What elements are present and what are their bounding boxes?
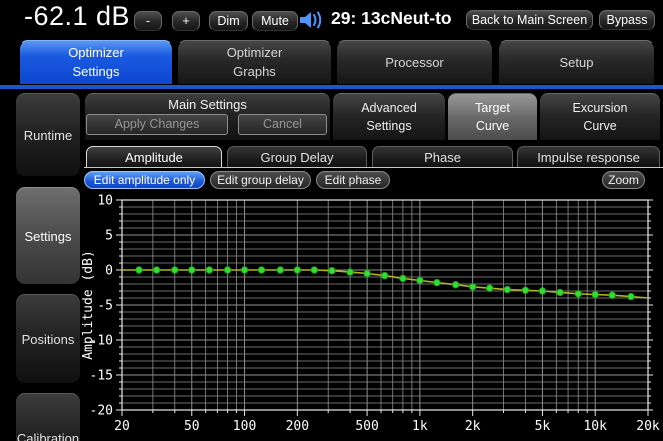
x-tick-label: 200 bbox=[286, 419, 309, 434]
curve-point[interactable] bbox=[224, 267, 230, 273]
x-tick-label: 20 bbox=[114, 419, 130, 434]
tab-phase[interactable]: Phase bbox=[372, 146, 513, 168]
preset-name: 29: 13cNeut-to bbox=[331, 8, 452, 29]
y-tick-label: 10 bbox=[97, 194, 113, 209]
curve-point[interactable] bbox=[539, 288, 545, 294]
curve-point[interactable] bbox=[575, 291, 581, 297]
curve-point[interactable] bbox=[241, 267, 247, 273]
curve-point[interactable] bbox=[504, 286, 510, 292]
curve-point[interactable] bbox=[609, 292, 615, 298]
x-tick-label: 500 bbox=[355, 419, 378, 434]
curve-point[interactable] bbox=[592, 291, 598, 297]
back-to-main-button[interactable]: Back to Main Screen bbox=[466, 10, 593, 30]
tab-optimizer-settings[interactable]: Optimizer Settings bbox=[19, 40, 173, 85]
sidebar-item-calibration[interactable]: Calibration bbox=[16, 393, 80, 441]
curve-point[interactable] bbox=[153, 267, 159, 273]
sidebar-item-runtime[interactable]: Runtime bbox=[16, 93, 80, 176]
speaker-icon[interactable] bbox=[298, 9, 326, 31]
zoom-button[interactable]: Zoom bbox=[602, 171, 645, 189]
apply-changes-button[interactable]: Apply Changes bbox=[86, 114, 228, 135]
optimizer-app: -62.1 dB - + Dim Mute 29: 13cNeut-to Bac… bbox=[0, 0, 663, 441]
curve-point[interactable] bbox=[311, 267, 317, 273]
main-settings-title: Main Settings bbox=[85, 97, 330, 112]
x-tick-label: 20k bbox=[636, 419, 660, 434]
volume-down-button[interactable]: - bbox=[134, 11, 162, 31]
edit-phase-button[interactable]: Edit phase bbox=[316, 171, 390, 189]
sidebar-item-settings[interactable]: Settings bbox=[16, 187, 80, 284]
curve-point[interactable] bbox=[172, 267, 178, 273]
curve-point[interactable] bbox=[628, 293, 634, 299]
tab-advanced-settings[interactable]: Advanced Settings bbox=[333, 93, 445, 140]
edit-amplitude-only-button[interactable]: Edit amplitude only bbox=[84, 171, 205, 189]
tab-target-curve[interactable]: Target Curve bbox=[448, 93, 537, 140]
x-tick-label: 10k bbox=[583, 419, 607, 434]
curve-point[interactable] bbox=[417, 277, 423, 283]
sidebar-item-positions[interactable]: Positions bbox=[16, 294, 80, 383]
curve-point[interactable] bbox=[136, 267, 142, 273]
tab-optimizer-graphs[interactable]: Optimizer Graphs bbox=[177, 40, 332, 85]
y-tick-label: -20 bbox=[90, 404, 113, 419]
x-tick-label: 50 bbox=[184, 419, 200, 434]
dim-button[interactable]: Dim bbox=[209, 11, 248, 31]
x-tick-label: 2k bbox=[465, 419, 481, 434]
curve-point[interactable] bbox=[294, 267, 300, 273]
curve-point[interactable] bbox=[206, 267, 212, 273]
cancel-button[interactable]: Cancel bbox=[238, 114, 327, 135]
active-tab-underline bbox=[0, 85, 663, 89]
y-tick-label: -5 bbox=[97, 299, 113, 314]
tab-group-delay[interactable]: Group Delay bbox=[227, 146, 367, 168]
edit-group-delay-button[interactable]: Edit group delay bbox=[210, 171, 311, 189]
x-tick-label: 100 bbox=[233, 419, 256, 434]
tab-impulse-response[interactable]: Impulse response bbox=[517, 146, 660, 168]
x-tick-label: 5k bbox=[535, 419, 551, 434]
curve-point[interactable] bbox=[522, 287, 528, 293]
mute-button[interactable]: Mute bbox=[252, 11, 298, 31]
tab-amplitude[interactable]: Amplitude bbox=[86, 146, 222, 168]
curve-point[interactable] bbox=[452, 282, 458, 288]
target-curve-chart[interactable]: -20-15-10-5051020501002005001k2k5k10k20k… bbox=[80, 190, 663, 441]
curve-point[interactable] bbox=[189, 267, 195, 273]
curve-point[interactable] bbox=[347, 269, 353, 275]
curve-point[interactable] bbox=[469, 284, 475, 290]
curve-point[interactable] bbox=[486, 285, 492, 291]
curve-point[interactable] bbox=[434, 279, 440, 285]
curve-point[interactable] bbox=[277, 267, 283, 273]
curve-point[interactable] bbox=[557, 289, 563, 295]
x-tick-label: 1k bbox=[412, 419, 428, 434]
tab-excursion-curve[interactable]: Excursion Curve bbox=[540, 93, 660, 140]
curve-point[interactable] bbox=[364, 270, 370, 276]
y-tick-label: 5 bbox=[105, 229, 113, 244]
y-tick-label: -15 bbox=[90, 369, 113, 384]
curve-tabs-underline bbox=[84, 167, 663, 168]
y-tick-label: 0 bbox=[105, 264, 113, 279]
tab-setup[interactable]: Setup bbox=[498, 40, 655, 85]
tab-processor[interactable]: Processor bbox=[336, 40, 493, 85]
curve-point[interactable] bbox=[258, 267, 264, 273]
y-axis-title: Amplitude (dB) bbox=[81, 250, 96, 360]
curve-point[interactable] bbox=[382, 272, 388, 278]
curve-point[interactable] bbox=[329, 268, 335, 274]
volume-up-button[interactable]: + bbox=[172, 11, 200, 31]
bypass-button[interactable]: Bypass bbox=[599, 10, 655, 30]
volume-display: -62.1 dB bbox=[24, 1, 130, 32]
curve-point[interactable] bbox=[400, 275, 406, 281]
